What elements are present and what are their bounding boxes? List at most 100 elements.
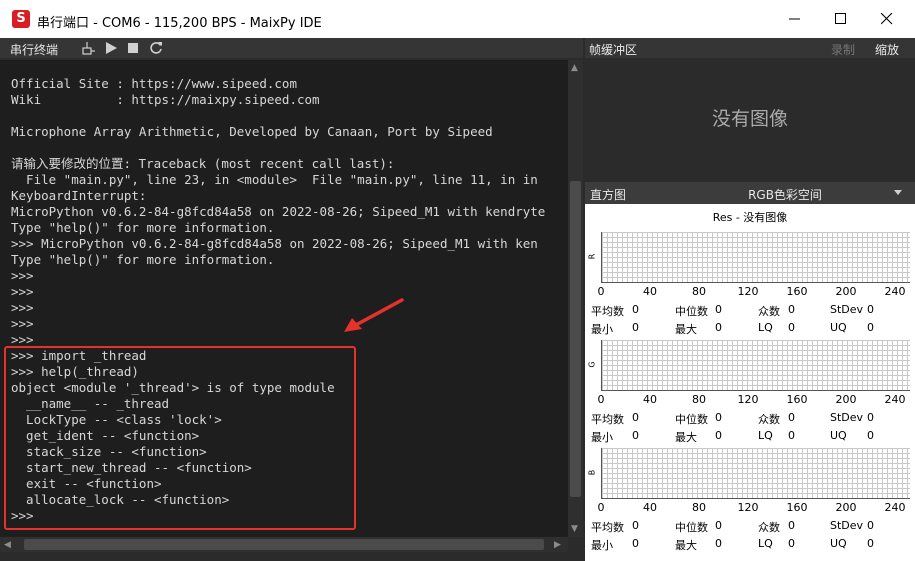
tick-label: 240	[884, 285, 906, 298]
color-space-select[interactable]: RGB色彩空间	[705, 186, 865, 203]
histogram-body: Res - 没有图像 R 0 40 80 120 160 200 240 平均数 0 中位数 0 众数 0…	[585, 204, 915, 561]
stat-value-lq: 0	[788, 429, 795, 442]
horizontal-scroll-thumb[interactable]	[24, 539, 544, 550]
stat-label-median: 中位数	[675, 521, 708, 534]
terminal-line: >>>	[11, 284, 34, 299]
stat-value-mode: 0	[788, 411, 795, 424]
tick-label: 120	[737, 393, 759, 406]
scroll-up-icon[interactable]: ▲	[571, 63, 578, 73]
terminal-line: >>>	[11, 268, 34, 283]
horizontal-scrollbar[interactable]: ◀ ▶	[0, 537, 568, 552]
minimize-button[interactable]	[772, 0, 818, 38]
stat-value-uq: 0	[867, 321, 874, 334]
histogram-ticks: 0 40 80 120 160 200 240	[585, 285, 915, 299]
close-button[interactable]	[864, 0, 910, 38]
stat-value-min: 0	[632, 321, 639, 334]
terminal-toolbar: 串行终端	[0, 38, 583, 58]
framebuffer-view: 没有图像	[585, 60, 915, 180]
terminal-line: File "main.py", line 23, in <module> Fil…	[11, 172, 538, 187]
histogram-stats: 平均数 0 中位数 0 众数 0 StDev 0 最小 0 最大 0 LQ 0 UQ 0	[585, 519, 915, 555]
tick-label: 240	[884, 501, 906, 514]
tick-label: 0	[597, 285, 605, 298]
stat-label-mean: 平均数	[591, 413, 624, 426]
clear-terminal-icon[interactable]	[82, 41, 96, 55]
tick-label: 200	[835, 393, 857, 406]
stat-label-mean: 平均数	[591, 521, 624, 534]
terminal-line: Wiki : https://maixpy.sipeed.com	[11, 92, 320, 107]
stat-value-uq: 0	[867, 429, 874, 442]
chevron-down-icon[interactable]	[894, 190, 902, 195]
stat-value-uq: 0	[867, 537, 874, 550]
title-bar: S 串行端口 - COM6 - 115,200 BPS - MaixPy IDE	[0, 0, 915, 38]
stat-value-mean: 0	[632, 411, 639, 424]
stat-value-lq: 0	[788, 321, 795, 334]
stat-label-uq: UQ	[830, 429, 847, 442]
scroll-right-icon[interactable]: ▶	[554, 540, 561, 550]
histogram-ticks: 0 40 80 120 160 200 240	[585, 501, 915, 515]
scroll-left-icon[interactable]: ◀	[4, 540, 11, 550]
window-title: 串行端口 - COM6 - 115,200 BPS - MaixPy IDE	[37, 16, 322, 31]
annotation-arrow-icon	[344, 298, 404, 332]
tick-label: 120	[737, 285, 759, 298]
stat-label-mode: 众数	[758, 305, 780, 318]
stat-label-stdev: StDev	[830, 303, 864, 316]
no-image-text: 没有图像	[711, 108, 788, 130]
stat-label-lq: LQ	[758, 537, 773, 550]
stat-value-median: 0	[715, 519, 722, 532]
histogram-header: 直方图 RGB色彩空间	[585, 182, 915, 204]
scroll-down-icon[interactable]: ▼	[571, 524, 578, 534]
tick-label: 80	[692, 393, 706, 406]
record-button[interactable]: 录制	[831, 41, 855, 58]
serial-terminal-output[interactable]: Official Site : https://www.sipeed.com Wi…	[0, 60, 568, 537]
minimize-icon	[789, 18, 800, 20]
tick-label: 160	[786, 285, 808, 298]
stat-label-stdev: StDev	[830, 519, 864, 532]
stat-label-lq: LQ	[758, 429, 773, 442]
stat-label-mode: 众数	[758, 521, 780, 534]
tick-label: 0	[597, 393, 605, 406]
stat-label-min: 最小	[591, 431, 613, 444]
terminal-line: 请输入要修改的位置: Traceback (most recent call l…	[11, 156, 395, 171]
close-icon	[881, 13, 893, 25]
app-logo-icon: S	[12, 10, 30, 28]
stat-value-median: 0	[715, 303, 722, 316]
stat-label-median: 中位数	[675, 305, 708, 318]
stat-value-lq: 0	[788, 537, 795, 550]
tick-label: 240	[884, 393, 906, 406]
vertical-scrollbar[interactable]: ▲ ▼	[568, 60, 583, 537]
highlight-annotation-box	[4, 346, 356, 530]
tick-label: 80	[692, 285, 706, 298]
terminal-line: Microphone Array Arithmetic, Developed b…	[11, 124, 493, 139]
terminal-line: Type "help()" for more information.	[11, 220, 275, 235]
histogram-plot-r	[601, 232, 910, 283]
maximize-icon	[835, 13, 846, 24]
tick-label: 0	[597, 501, 605, 514]
maximize-button[interactable]	[818, 0, 864, 38]
terminal-line: KeyboardInterrupt:	[11, 188, 147, 203]
tick-label: 160	[786, 393, 808, 406]
channel-label: B	[587, 469, 597, 476]
vertical-scroll-thumb[interactable]	[570, 181, 581, 497]
resolution-status: Res - 没有图像	[712, 211, 788, 224]
stat-value-max: 0	[715, 429, 722, 442]
framebuffer-header: 帧缓冲区 录制 缩放	[585, 38, 915, 58]
channel-label: G	[587, 361, 597, 368]
refresh-icon[interactable]	[149, 41, 163, 55]
tick-label: 160	[786, 501, 808, 514]
stat-value-mean: 0	[632, 303, 639, 316]
tick-label: 120	[737, 501, 759, 514]
stat-value-mode: 0	[788, 303, 795, 316]
zoom-button[interactable]: 缩放	[875, 41, 899, 58]
run-icon[interactable]	[104, 41, 118, 55]
histogram-ticks: 0 40 80 120 160 200 240	[585, 393, 915, 407]
stat-label-lq: LQ	[758, 321, 773, 334]
stop-icon[interactable]	[126, 41, 140, 55]
stat-label-min: 最小	[591, 323, 613, 336]
stat-value-stdev: 0	[867, 303, 874, 316]
stat-label-max: 最大	[675, 323, 697, 336]
stat-label-mean: 平均数	[591, 305, 624, 318]
stat-label-uq: UQ	[830, 321, 847, 334]
stat-value-stdev: 0	[867, 519, 874, 532]
